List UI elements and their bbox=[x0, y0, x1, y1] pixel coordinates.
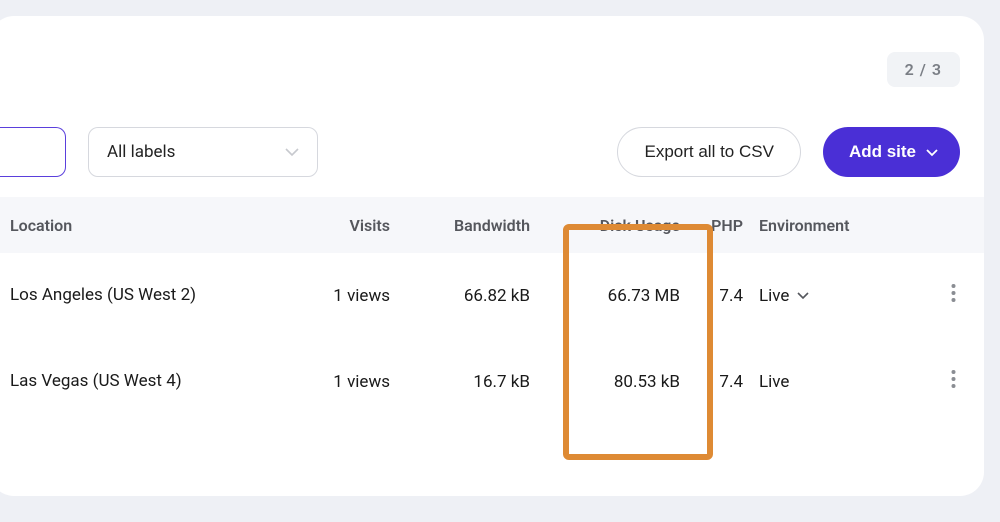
cell-environment: Live bbox=[755, 372, 895, 392]
topbar: 2 / 3 bbox=[0, 52, 984, 127]
action-bar: All labels Export all to CSV Add site bbox=[0, 127, 984, 197]
header-bandwidth[interactable]: Bandwidth bbox=[410, 216, 550, 235]
chevron-down-icon bbox=[926, 148, 938, 157]
cell-location: Las Vegas (US West 4) bbox=[0, 370, 290, 394]
labels-dropdown-text: All labels bbox=[107, 142, 175, 162]
table-row: Las Vegas (US West 4) 1 views 16.7 kB 80… bbox=[0, 339, 984, 425]
env-label: Live bbox=[759, 286, 789, 306]
header-location[interactable]: Location bbox=[0, 216, 290, 235]
row-actions-menu[interactable] bbox=[951, 283, 956, 303]
cell-bandwidth: 66.82 kB bbox=[410, 286, 550, 306]
header-environment[interactable]: Environment bbox=[755, 216, 895, 235]
labels-dropdown[interactable]: All labels bbox=[88, 127, 318, 177]
main-panel: 2 / 3 All labels Export all to CSV Add s… bbox=[0, 16, 984, 496]
cell-bandwidth: 16.7 kB bbox=[410, 372, 550, 392]
cell-environment[interactable]: Live bbox=[755, 286, 895, 306]
export-csv-button[interactable]: Export all to CSV bbox=[617, 127, 800, 177]
sites-table: Location Visits Bandwidth Disk Usage PHP… bbox=[0, 197, 984, 425]
cell-visits: 1 views bbox=[290, 286, 410, 306]
export-csv-button-label: Export all to CSV bbox=[644, 142, 773, 162]
add-site-button[interactable]: Add site bbox=[823, 127, 960, 177]
cell-php: 7.4 bbox=[700, 372, 755, 392]
cell-disk-usage: 80.53 kB bbox=[550, 372, 700, 392]
header-disk-usage[interactable]: Disk Usage bbox=[550, 216, 700, 235]
cell-disk-usage: 66.73 MB bbox=[550, 286, 700, 306]
table-row: Los Angeles (US West 2) 1 views 66.82 kB… bbox=[0, 253, 984, 339]
table-header-row: Location Visits Bandwidth Disk Usage PHP… bbox=[0, 197, 984, 253]
env-label: Live bbox=[759, 372, 789, 392]
pagination-badge: 2 / 3 bbox=[887, 52, 960, 87]
row-actions-menu[interactable] bbox=[951, 369, 956, 389]
header-visits[interactable]: Visits bbox=[290, 216, 410, 235]
cell-visits: 1 views bbox=[290, 372, 410, 392]
add-site-button-label: Add site bbox=[849, 142, 916, 162]
cell-php: 7.4 bbox=[700, 286, 755, 306]
chevron-down-icon bbox=[285, 147, 299, 157]
cell-location: Los Angeles (US West 2) bbox=[0, 284, 290, 308]
search-input[interactable] bbox=[0, 127, 66, 177]
chevron-down-icon bbox=[797, 291, 809, 300]
header-php[interactable]: PHP bbox=[700, 216, 755, 235]
